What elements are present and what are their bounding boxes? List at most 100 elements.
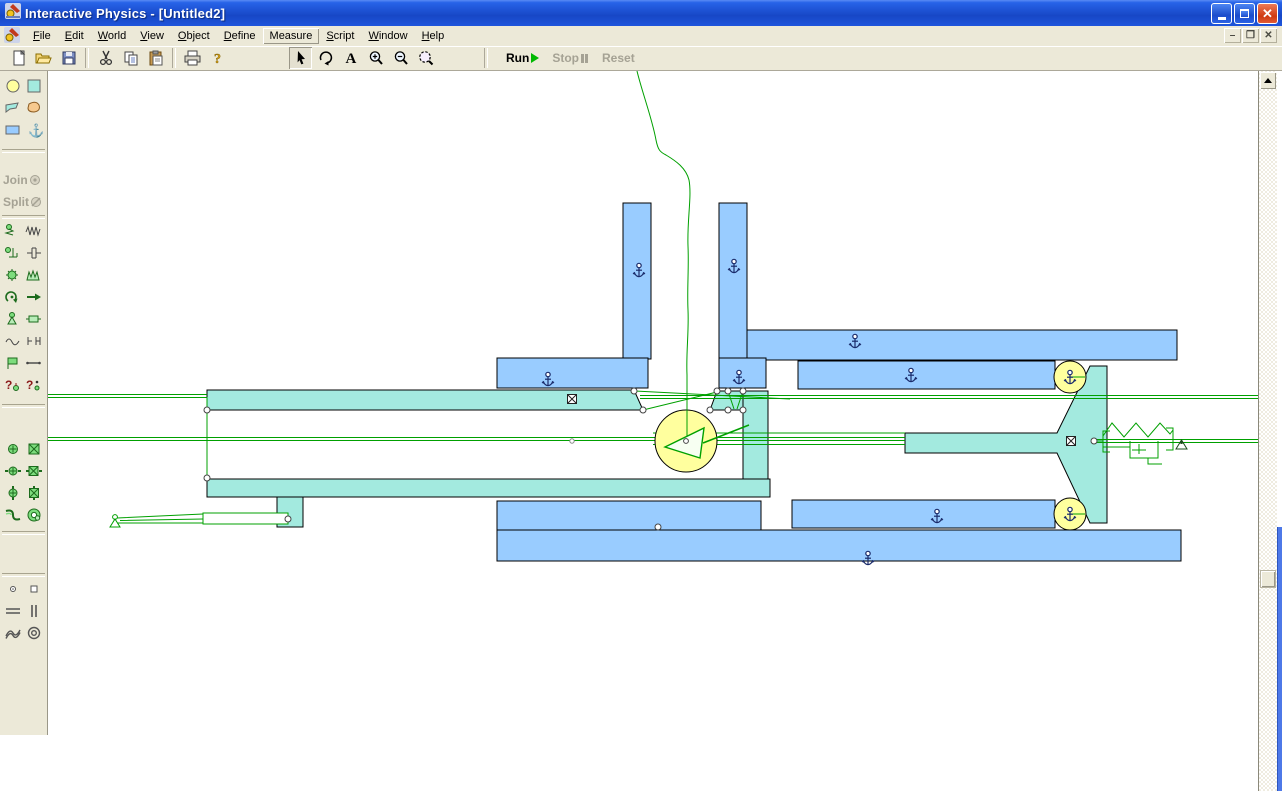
top-long-bar[interactable]: [747, 330, 1177, 360]
mdi-restore-button[interactable]: ❐: [1242, 28, 1259, 43]
join-button[interactable]: Join: [3, 170, 45, 190]
open-button[interactable]: [32, 47, 55, 69]
curved-slot-tool[interactable]: [4, 625, 22, 646]
turnbuckle-tool[interactable]: [25, 311, 43, 332]
wave-slot-tool[interactable]: [4, 333, 22, 354]
mid-right-bar[interactable]: [798, 361, 1055, 389]
text-icon: A: [343, 50, 359, 66]
menu-item-script[interactable]: Script: [319, 28, 361, 44]
lower-left-bar[interactable]: [497, 501, 761, 530]
new-button[interactable]: [7, 47, 30, 69]
menu-item-object[interactable]: Object: [171, 28, 217, 44]
menu-item-file[interactable]: File: [26, 28, 58, 44]
svg-text:?: ?: [214, 52, 221, 66]
copy-button[interactable]: [119, 47, 142, 69]
pulley-tool[interactable]: [4, 311, 22, 332]
circle-body-tool[interactable]: [4, 78, 22, 99]
rope-tool[interactable]: [25, 223, 43, 244]
menu-item-measure[interactable]: Measure: [263, 28, 320, 44]
anchor-tool[interactable]: ⚓: [25, 122, 43, 143]
channel-top-bar[interactable]: [207, 390, 643, 410]
motor-tool[interactable]: [4, 355, 22, 376]
simulation-canvas[interactable]: [48, 71, 1258, 791]
square-joint-vertical-tool[interactable]: [25, 485, 43, 506]
mid-center-bar[interactable]: [719, 358, 766, 388]
query-constraint-left-tool[interactable]: ?: [4, 377, 22, 398]
torque-tool[interactable]: [4, 289, 22, 310]
scroll-up-button[interactable]: [1260, 72, 1276, 89]
mid-left-bar[interactable]: [497, 358, 648, 388]
menu-item-help[interactable]: Help: [415, 28, 452, 44]
help-button[interactable]: ?: [206, 47, 229, 69]
vertical-column-left[interactable]: [623, 203, 651, 359]
cut-button[interactable]: [94, 47, 117, 69]
torsion-spring-tool[interactable]: [25, 267, 43, 288]
print-button[interactable]: [181, 47, 204, 69]
force-tool[interactable]: [25, 289, 43, 310]
zoom-out-button[interactable]: [389, 47, 412, 69]
separator-tool[interactable]: [25, 333, 43, 354]
pause-icon: [581, 54, 588, 63]
menu-item-window[interactable]: Window: [361, 28, 414, 44]
svg-text:?: ?: [26, 378, 33, 392]
app-icon: [5, 3, 21, 24]
minimize-button[interactable]: [1211, 3, 1232, 24]
menu-item-view[interactable]: View: [133, 28, 171, 44]
square-joint-tool[interactable]: [25, 441, 43, 462]
document-icon[interactable]: [4, 27, 20, 46]
square-joint-flanged-tool[interactable]: [25, 463, 43, 484]
horizontal-slot-tool[interactable]: [4, 603, 22, 624]
paste-button[interactable]: [144, 47, 167, 69]
square-point-tool[interactable]: [25, 581, 43, 602]
left-actuator[interactable]: [110, 513, 288, 527]
pin-joint-tool[interactable]: [4, 441, 22, 462]
vertical-slot-tool[interactable]: [25, 603, 43, 624]
query-constraint-right-tool[interactable]: ?: [25, 377, 43, 398]
vertical-column-right[interactable]: [719, 203, 747, 359]
print-icon: [184, 50, 201, 66]
mdi-close-button[interactable]: ✕: [1260, 28, 1277, 43]
menu-item-edit[interactable]: Edit: [58, 28, 91, 44]
select-arrow-button[interactable]: [289, 47, 312, 69]
polygon-body-tool[interactable]: [4, 100, 22, 121]
zoom-in-button[interactable]: [364, 47, 387, 69]
title-bar[interactable]: Interactive Physics - [Untitled2] ✕: [0, 0, 1282, 26]
pin-joint-flanged-tool[interactable]: [4, 463, 22, 484]
run-button[interactable]: Run: [500, 51, 545, 65]
rotate-button[interactable]: [314, 47, 337, 69]
rectangle-body-tool[interactable]: [4, 122, 22, 143]
curved-body-tool[interactable]: [25, 100, 43, 121]
split-button[interactable]: Split: [3, 192, 45, 212]
gear-tool[interactable]: [4, 267, 22, 288]
curved-slot-joint-tool[interactable]: [4, 507, 22, 528]
restore-button[interactable]: [1234, 3, 1255, 24]
scrollbar-thumb[interactable]: [1260, 570, 1276, 588]
close-button[interactable]: ✕: [1257, 3, 1278, 24]
zoom-window-button[interactable]: [414, 47, 437, 69]
closed-slot-tool[interactable]: [25, 625, 43, 646]
mdi-minimize-button[interactable]: –: [1224, 28, 1241, 43]
menu-item-world[interactable]: World: [91, 28, 134, 44]
channel-bottom-bar[interactable]: [207, 479, 770, 497]
rotate-icon: [318, 50, 334, 66]
keyed-slot-joint-tool[interactable]: [25, 507, 43, 528]
simulation-drawing[interactable]: [48, 71, 1258, 791]
cut-scissors-icon: [98, 50, 114, 66]
save-button[interactable]: [57, 47, 80, 69]
reset-button[interactable]: Reset: [595, 51, 642, 65]
menu-item-define[interactable]: Define: [217, 28, 263, 44]
damper-tool[interactable]: [4, 245, 22, 266]
right-mount: [1176, 440, 1187, 449]
rod-tool[interactable]: [25, 355, 43, 376]
square-body-tool[interactable]: [25, 78, 43, 99]
spring-zigzag: [1103, 423, 1173, 437]
pin-joint-vertical-tool[interactable]: [4, 485, 22, 506]
vertical-scrollbar[interactable]: [1258, 71, 1277, 791]
spring-tool[interactable]: [4, 223, 22, 244]
text-button[interactable]: A: [339, 47, 362, 69]
lower-right-bar[interactable]: [792, 500, 1055, 528]
point-tool[interactable]: [4, 581, 22, 602]
bottom-long-bar[interactable]: [497, 530, 1181, 561]
piston-damper-tool[interactable]: [25, 245, 43, 266]
stop-button[interactable]: Stop: [545, 51, 595, 65]
